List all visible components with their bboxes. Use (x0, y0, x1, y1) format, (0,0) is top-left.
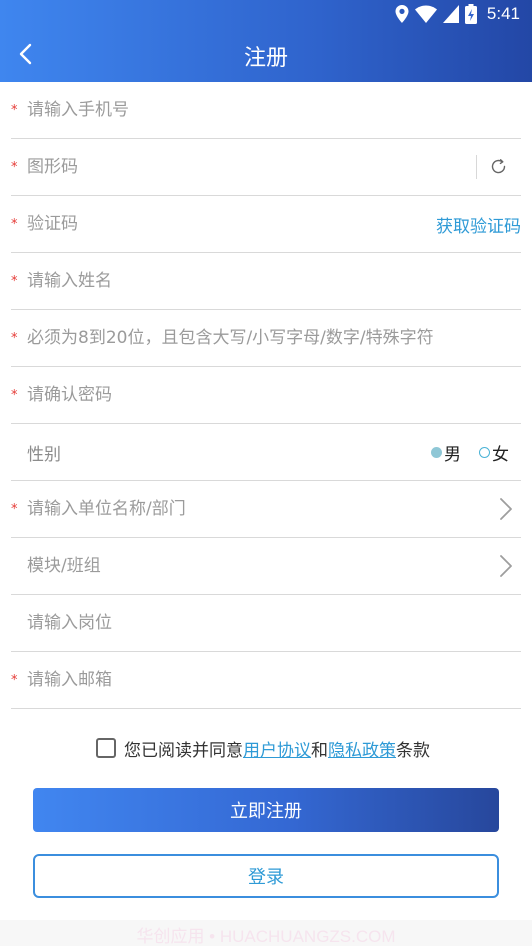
radio-checked-icon (431, 447, 442, 458)
department-input[interactable] (27, 481, 427, 537)
status-bar: 5:41 (395, 0, 532, 28)
confirm-password-input[interactable] (27, 367, 427, 423)
module-input[interactable] (27, 538, 427, 594)
gender-option-label: 女 (492, 445, 509, 465)
captcha-row: * (11, 139, 521, 196)
confirm-password-row: * (11, 367, 521, 424)
gender-radio-group: 男 女 (431, 440, 509, 465)
radio-unchecked-icon (479, 447, 490, 458)
agreement-row: 您已阅读并同意 用户协议 和 隐私政策 条款 (96, 736, 430, 761)
email-input[interactable] (27, 652, 427, 708)
refresh-icon[interactable] (490, 158, 507, 175)
required-mark: * (11, 160, 18, 175)
wifi-icon (414, 5, 437, 23)
sms-code-row: * 获取验证码 (11, 196, 521, 253)
password-row: * (11, 310, 521, 367)
gender-option-female[interactable]: 女 (479, 440, 509, 465)
required-mark: * (11, 331, 18, 346)
department-row[interactable]: * (11, 481, 521, 538)
module-row[interactable] (11, 538, 521, 595)
required-mark: * (11, 217, 18, 232)
register-button[interactable]: 立即注册 (33, 788, 499, 832)
battery-icon (464, 4, 477, 24)
phone-row: * (11, 82, 521, 139)
user-agreement-link[interactable]: 用户协议 (243, 736, 311, 761)
position-input[interactable] (27, 595, 427, 651)
agreement-and: 和 (311, 740, 328, 761)
signal-icon (442, 5, 459, 23)
password-input[interactable] (27, 310, 517, 366)
name-row: * (11, 253, 521, 310)
required-mark: * (11, 103, 18, 118)
gender-row: 性别 男 女 (11, 424, 521, 481)
agreement-prefix: 您已阅读并同意 (124, 740, 243, 761)
email-row: * (11, 652, 521, 709)
app-header: 5:41 注册 (0, 0, 532, 82)
location-icon (395, 5, 409, 23)
required-mark: * (11, 274, 18, 289)
captcha-divider (476, 155, 477, 179)
required-mark: * (11, 502, 18, 517)
captcha-input[interactable] (27, 139, 427, 195)
privacy-policy-link[interactable]: 隐私政策 (328, 736, 396, 761)
agreement-checkbox[interactable] (96, 738, 116, 758)
status-time: 5:41 (486, 4, 520, 23)
position-row (11, 595, 521, 652)
chevron-right-icon[interactable] (499, 497, 513, 521)
watermark: 华创应用 • HUACHUANGZS.COM (0, 920, 532, 946)
phone-input[interactable] (27, 82, 427, 138)
agreement-suffix: 条款 (396, 740, 430, 761)
chevron-right-icon[interactable] (499, 554, 513, 578)
gender-option-label: 男 (444, 445, 461, 465)
sms-code-input[interactable] (27, 196, 427, 252)
page-title: 注册 (243, 46, 288, 71)
required-mark: * (11, 388, 18, 403)
required-mark: * (11, 673, 18, 688)
gender-label: 性别 (27, 445, 61, 465)
gender-option-male[interactable]: 男 (431, 440, 461, 465)
get-code-button[interactable]: 获取验证码 (436, 212, 521, 237)
login-button[interactable]: 登录 (33, 854, 499, 898)
name-input[interactable] (27, 253, 427, 309)
